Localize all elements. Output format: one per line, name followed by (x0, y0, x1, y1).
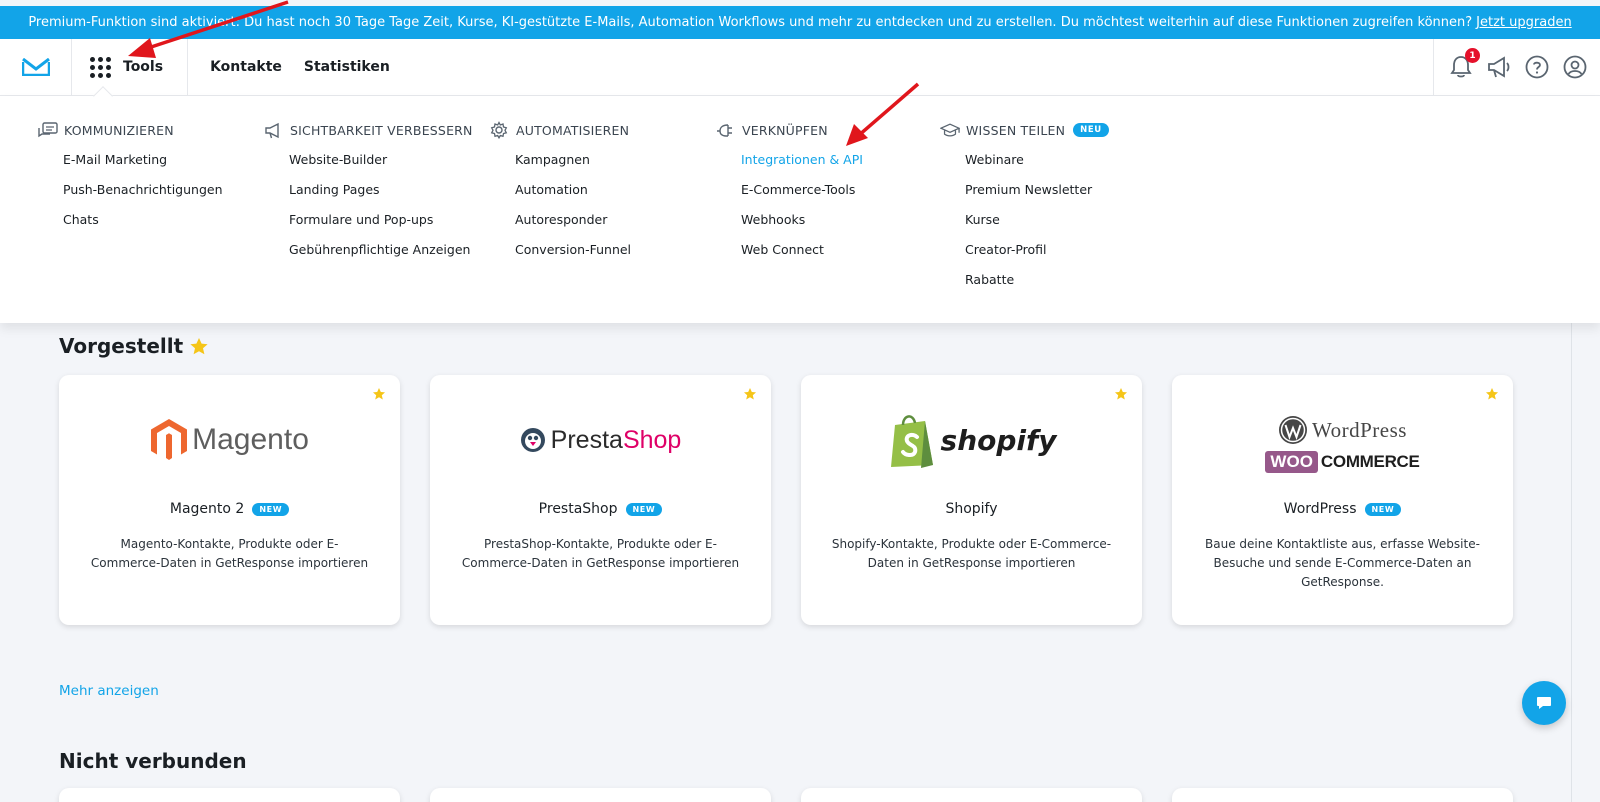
tools-menu-button[interactable]: Tools (72, 38, 189, 96)
menu-item-landing-pages[interactable]: Landing Pages (289, 182, 473, 212)
integration-card-partial[interactable] (59, 788, 400, 802)
integration-card-wordpress[interactable]: WordPress WOO COMMERCE WordPress NEW Baue… (1172, 375, 1513, 625)
card-description: Baue deine Kontaktliste aus, erfasse Web… (1205, 537, 1480, 589)
menu-item-rabatte[interactable]: Rabatte (965, 272, 1109, 302)
card-description: PrestaShop-Kontakte, Produkte oder E-Com… (461, 537, 740, 570)
menu-column-kommunizieren: KOMMUNIZIEREN E-Mail Marketing Push-Bena… (38, 121, 223, 242)
menu-item-website-builder[interactable]: Website-Builder (289, 152, 473, 182)
nav-kontakte[interactable]: Kontakte (210, 59, 282, 75)
nav-statistiken[interactable]: Statistiken (304, 59, 390, 75)
menu-item-forms[interactable]: Formulare und Pop-ups (289, 212, 473, 242)
tools-mega-menu: KOMMUNIZIEREN E-Mail Marketing Push-Bena… (0, 96, 1600, 323)
topbar-actions: 1 (1433, 38, 1600, 96)
favorite-star-icon[interactable] (1485, 387, 1499, 401)
magento-logo: Magento (59, 405, 400, 475)
menu-item-web-connect[interactable]: Web Connect (741, 242, 863, 272)
menu-item-autoresponder[interactable]: Autoresponder (515, 212, 631, 242)
column-title: WISSEN TEILEN (966, 122, 1066, 138)
menu-item-webinare[interactable]: Webinare (965, 152, 1109, 182)
announcements-button[interactable] (1486, 54, 1512, 80)
menu-item-email-marketing[interactable]: E-Mail Marketing (63, 152, 223, 182)
not-connected-section-title: Nicht verbunden (59, 749, 247, 773)
card-name: PrestaShop (538, 501, 618, 517)
integration-card-partial[interactable] (801, 788, 1142, 802)
card-name: Magento 2 (169, 501, 245, 517)
grid-icon (90, 56, 111, 78)
content-border (1571, 322, 1572, 802)
favorite-star-icon[interactable] (1114, 387, 1128, 401)
help-circle-icon (1525, 55, 1549, 79)
integration-card-partial[interactable] (1172, 788, 1513, 802)
tools-label: Tools (123, 59, 164, 75)
new-badge: NEW (252, 502, 290, 516)
menu-column-automatisieren: AUTOMATISIEREN Kampagnen Automation Auto… (490, 121, 631, 272)
show-more-link[interactable]: Mehr anzeigen (59, 683, 159, 699)
menu-item-premium-newsletter[interactable]: Premium Newsletter (965, 182, 1109, 212)
column-title: VERKNÜPFEN (742, 122, 828, 138)
help-button[interactable] (1524, 54, 1550, 80)
menu-item-kampagnen[interactable]: Kampagnen (515, 152, 631, 182)
magento-hex-icon (151, 419, 188, 460)
menu-column-sichtbarkeit: SICHTBARKEIT VERBESSERN Website-Builder … (264, 122, 473, 272)
menu-item-creator-profil[interactable]: Creator-Profil (965, 242, 1109, 272)
upgrade-link[interactable]: Jetzt upgraden (1476, 15, 1572, 30)
column-title: SICHTBARKEIT VERBESSERN (290, 122, 473, 138)
integration-card-partial[interactable] (430, 788, 771, 802)
favorite-star-icon[interactable] (743, 387, 757, 401)
menu-item-conversion-funnel[interactable]: Conversion-Funnel (515, 242, 631, 272)
shopify-bag-icon (890, 415, 933, 468)
user-circle-icon (1563, 55, 1587, 79)
app-logo[interactable] (0, 38, 72, 96)
menu-item-ecommerce-tools[interactable]: E-Commerce-Tools (741, 182, 863, 212)
menu-item-push[interactable]: Push-Benachrichtigungen (63, 182, 223, 212)
column-title: KOMMUNIZIEREN (64, 122, 174, 138)
new-badge: NEW (1364, 502, 1402, 516)
top-navigation: Tools Kontakte Statistiken 1 (0, 38, 1600, 96)
envelope-logo-icon (21, 58, 50, 76)
megaphone-icon (1488, 56, 1510, 78)
prestashop-penguin-icon (520, 428, 545, 452)
chat-widget-button[interactable] (1522, 681, 1566, 725)
megaphone-icon (264, 121, 284, 139)
menu-item-automation[interactable]: Automation (515, 182, 631, 212)
menu-column-wissen-teilen: WISSEN TEILEN NEU Webinare Premium Newsl… (940, 122, 1109, 302)
plug-icon (716, 121, 736, 139)
shopify-logo: shopify (801, 405, 1142, 475)
neu-badge: NEU (1073, 123, 1109, 137)
integration-card-magento[interactable]: Magento Magento 2 NEW Magento-Kontakte, P… (59, 375, 400, 625)
wordpress-w-icon (1279, 416, 1307, 444)
notification-count-badge: 1 (1465, 48, 1480, 63)
menu-item-paid-ads[interactable]: Gebührenpflichtige Anzeigen (289, 242, 473, 272)
menu-item-chats[interactable]: Chats (63, 212, 223, 242)
card-name: Shopify (945, 501, 998, 517)
menu-item-kurse[interactable]: Kurse (965, 212, 1109, 242)
prestashop-logo: Presta Shop (430, 405, 771, 475)
gear-icon (490, 121, 510, 139)
notifications-button[interactable]: 1 (1448, 48, 1480, 80)
column-title: AUTOMATISIEREN (516, 122, 630, 138)
menu-item-integrationen-api[interactable]: Integrationen & API (741, 152, 863, 182)
wordpress-woocommerce-logo: WordPress WOO COMMERCE (1172, 409, 1513, 479)
card-description: Shopify-Kontakte, Produkte oder E-Commer… (831, 537, 1112, 570)
chat-bubble-icon (1537, 697, 1551, 709)
card-name: WordPress (1283, 501, 1357, 517)
menu-item-webhooks[interactable]: Webhooks (741, 212, 863, 242)
integration-card-shopify[interactable]: shopify Shopify Shopify-Kontakte, Produk… (801, 375, 1142, 625)
star-icon (190, 337, 208, 354)
chat-bubbles-icon (38, 121, 58, 139)
premium-banner: Premium-Funktion sind aktiviert: Du hast… (0, 6, 1600, 39)
account-button[interactable] (1562, 54, 1588, 80)
favorite-star-icon[interactable] (372, 387, 386, 401)
card-description: Magento-Kontakte, Produkte oder E-Commer… (90, 537, 369, 570)
new-badge: NEW (625, 502, 663, 516)
banner-text: Premium-Funktion sind aktiviert: Du hast… (28, 15, 1473, 30)
menu-column-verknuepfen: VERKNÜPFEN Integrationen & API E-Commerc… (716, 122, 863, 272)
graduation-cap-icon (940, 121, 960, 139)
featured-section-title: Vorgestellt (59, 334, 209, 358)
integration-card-prestashop[interactable]: Presta Shop PrestaShop NEW PrestaShop-Kont… (430, 375, 771, 625)
